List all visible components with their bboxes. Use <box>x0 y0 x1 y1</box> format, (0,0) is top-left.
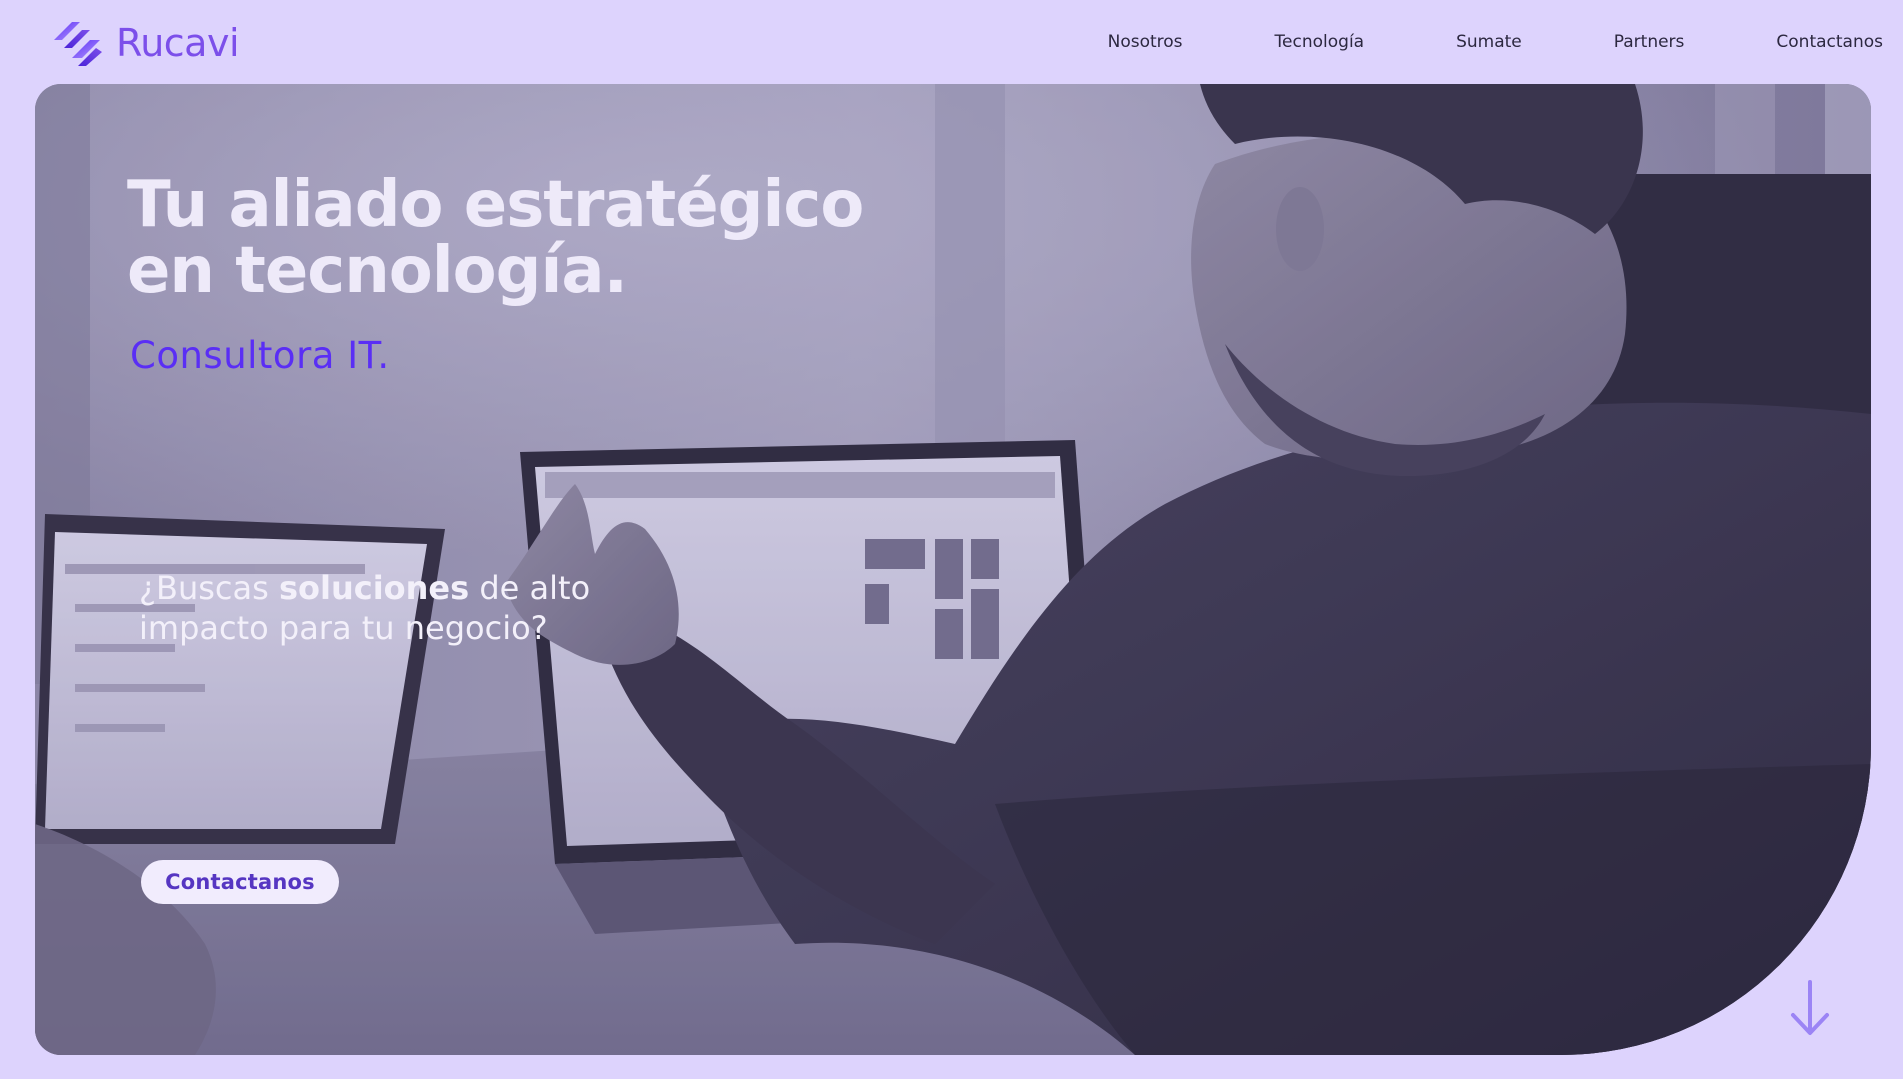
nav-link-sumate[interactable]: Sumate <box>1456 30 1522 54</box>
hero-question-line-2: impacto para tu negocio? <box>139 609 548 647</box>
hero-tagline: Consultora IT. <box>130 334 390 377</box>
question-text-post: de alto <box>469 569 591 607</box>
arrow-down-icon[interactable] <box>1788 978 1832 1038</box>
nav-link-tecnologia[interactable]: Tecnología <box>1275 30 1365 54</box>
site-header: Rucavi Nosotros Tecnología Sumate Partne… <box>0 0 1903 84</box>
hero-headline: Tu aliado estratégico en tecnología. <box>127 168 864 308</box>
brand-link[interactable]: Rucavi <box>50 18 240 68</box>
contact-cta-button[interactable]: Contactanos <box>141 860 339 904</box>
rucavi-logo-icon <box>54 22 102 66</box>
nav-link-contactanos[interactable]: Contactanos <box>1776 30 1883 54</box>
question-text-bold: soluciones <box>278 569 470 607</box>
hero-headline-line-2: en tecnología. <box>127 234 628 308</box>
hero-headline-line-1: Tu aliado estratégico <box>127 168 864 242</box>
hero-question-line-1: ¿Buscas soluciones de alto <box>139 568 590 608</box>
nav-link-partners[interactable]: Partners <box>1614 30 1685 54</box>
question-text-pre: ¿Buscas <box>139 569 279 607</box>
hero-section: Tu aliado estratégico en tecnología. Con… <box>35 84 1871 1055</box>
nav-link-nosotros[interactable]: Nosotros <box>1108 30 1183 54</box>
hero-question: ¿Buscas soluciones de alto impacto para … <box>139 568 590 648</box>
main-nav: Nosotros Tecnología Sumate Partners Cont… <box>1108 30 1883 54</box>
brand-name: Rucavi <box>116 21 240 65</box>
